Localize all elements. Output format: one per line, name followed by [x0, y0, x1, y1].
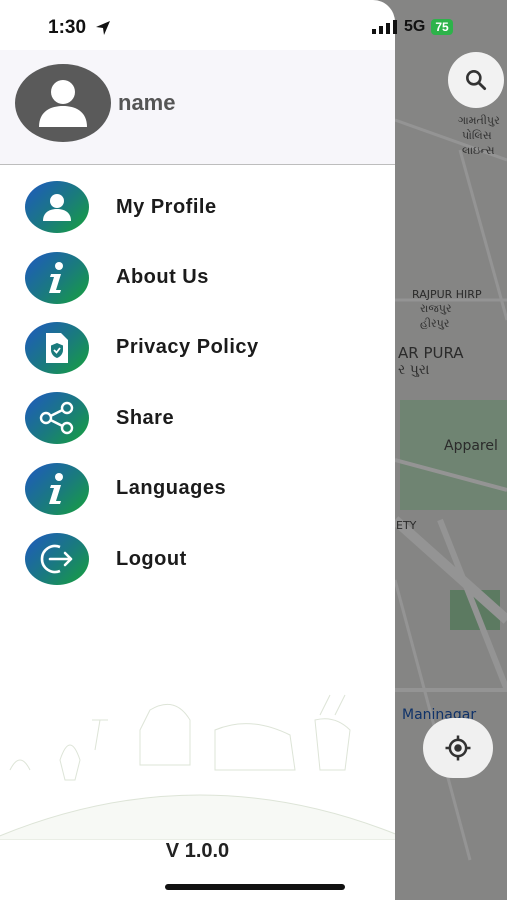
- menu-item-label: Languages: [116, 477, 227, 500]
- network-type: 5G: [404, 18, 426, 35]
- user-name: name: [118, 90, 176, 115]
- map-search-button[interactable]: [448, 52, 504, 108]
- menu-item-label: Privacy Policy: [116, 336, 259, 359]
- app-version: V 1.0.0: [165, 840, 230, 862]
- search-icon: [466, 70, 487, 91]
- menu-item-share[interactable]: Share: [0, 383, 395, 453]
- info-icon: [25, 462, 89, 515]
- shield-document-icon: [25, 321, 89, 374]
- status-time: 1:30: [48, 17, 87, 38]
- share-icon: [25, 392, 89, 445]
- navigation-drawer: name My Profile About Us Privacy Policy …: [0, 0, 395, 900]
- menu-item-logout[interactable]: Logout: [0, 524, 395, 594]
- logout-icon: [25, 533, 89, 586]
- person-icon: [39, 80, 87, 127]
- info-icon: [25, 251, 89, 304]
- wildlife-illustration: [0, 694, 395, 840]
- signal-icon: [372, 20, 397, 34]
- my-location-icon: [445, 735, 471, 761]
- menu-item-my-profile[interactable]: My Profile: [0, 172, 395, 242]
- location-arrow-icon: [96, 21, 110, 35]
- status-indicators: 5G 75: [372, 18, 453, 36]
- menu-item-label: Share: [116, 406, 175, 429]
- status-bar: 1:30 5G 75: [0, 0, 507, 50]
- person-icon: [25, 181, 89, 234]
- menu-item-about-us[interactable]: About Us: [0, 242, 395, 312]
- drawer-menu: My Profile About Us Privacy Policy Share…: [0, 172, 395, 594]
- drawer-header: name: [0, 50, 395, 165]
- menu-item-languages[interactable]: Languages: [0, 454, 395, 524]
- avatar[interactable]: [15, 64, 111, 142]
- menu-item-privacy-policy[interactable]: Privacy Policy: [0, 313, 395, 383]
- my-location-button[interactable]: [423, 718, 493, 778]
- menu-item-label: My Profile: [116, 195, 217, 218]
- menu-item-label: Logout: [116, 547, 187, 570]
- menu-item-label: About Us: [116, 266, 209, 289]
- battery-icon: 75: [431, 19, 453, 35]
- home-indicator[interactable]: [165, 884, 345, 890]
